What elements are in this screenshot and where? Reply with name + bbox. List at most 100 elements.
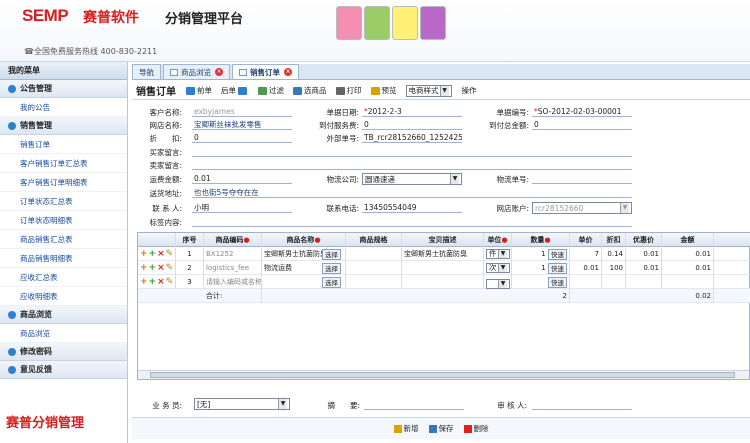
- operate-button[interactable]: 操作: [462, 85, 477, 96]
- tab-sales-order[interactable]: 销售订单 ×: [232, 64, 299, 79]
- insert-row-icon[interactable]: +: [149, 247, 157, 261]
- quick-button[interactable]: 快速: [548, 248, 567, 260]
- save-button[interactable]: 保存: [428, 423, 454, 434]
- goods-code-input[interactable]: 请输入编码或名称搜: [204, 275, 262, 289]
- unit-select[interactable]: 次 ▼: [486, 263, 510, 273]
- logistics-select[interactable]: 圆通速递 ▼: [362, 173, 462, 185]
- external-no-field[interactable]: TB_rcr28152660_1252425187: [362, 132, 462, 143]
- contact-field[interactable]: 小明: [192, 202, 292, 213]
- sidebar-item-sales-order[interactable]: 销售订单: [0, 135, 127, 154]
- amount-cell[interactable]: 0.01: [662, 261, 714, 275]
- goods-name-cell[interactable]: 选择: [262, 275, 346, 289]
- customer-name-field[interactable]: exbyjames: [192, 106, 292, 117]
- goods-name-cell[interactable]: 物流运费 选择: [262, 261, 346, 275]
- goods-code-cell[interactable]: logistics_fee: [204, 261, 262, 275]
- unit-select[interactable]: ▼: [486, 279, 510, 289]
- insert-row-icon[interactable]: +: [149, 261, 157, 275]
- discount-cell[interactable]: 100: [602, 261, 626, 275]
- delete-row-icon[interactable]: ×: [157, 261, 165, 275]
- discount-cell[interactable]: 0.14: [602, 247, 626, 261]
- add-row-icon[interactable]: +: [140, 275, 148, 289]
- desc-cell[interactable]: [402, 275, 484, 289]
- discount-price-cell[interactable]: 0.01: [626, 261, 662, 275]
- discount-price-cell[interactable]: [626, 275, 662, 289]
- style-select[interactable]: 电商样式 ▼: [405, 84, 452, 97]
- sidebar-item-customer-order-detail[interactable]: 客户销售订单明细表: [0, 173, 127, 192]
- quick-button[interactable]: 快速: [548, 262, 567, 274]
- sidebar-item-goods-browse[interactable]: 商品浏览: [0, 324, 127, 343]
- spec-cell[interactable]: [346, 247, 402, 261]
- tab-navigation[interactable]: 导航: [132, 64, 161, 79]
- choose-button[interactable]: 选择: [322, 262, 341, 274]
- price-cell[interactable]: 0.01: [570, 261, 602, 275]
- sidebar-item-order-status-detail[interactable]: 订单状态明细表: [0, 211, 127, 230]
- sidebar-item-goods-sales-detail[interactable]: 商品销售明细表: [0, 249, 127, 268]
- freight-field[interactable]: 0.01: [192, 173, 292, 184]
- edit-row-icon[interactable]: ✎: [166, 247, 174, 261]
- horizontal-scrollbar[interactable]: [138, 370, 749, 379]
- choose-button[interactable]: 选择: [322, 276, 341, 288]
- goods-name-cell[interactable]: 宝卿斯男士抗菌防臭选择: [262, 247, 346, 261]
- prev-button[interactable]: 前单: [186, 85, 212, 96]
- qty-cell[interactable]: 1 快速: [512, 247, 570, 261]
- edit-row-icon[interactable]: ✎: [166, 275, 174, 289]
- unit-cell[interactable]: ▼: [484, 275, 512, 289]
- cod-total-field[interactable]: 0: [532, 119, 632, 130]
- service-fee-field[interactable]: 0: [362, 119, 462, 130]
- discount-cell[interactable]: [602, 275, 626, 289]
- choose-button[interactable]: 选择: [322, 248, 341, 260]
- select-goods-button[interactable]: 选商品: [293, 85, 327, 96]
- qty-cell[interactable]: 快速: [512, 275, 570, 289]
- buyer-message-field[interactable]: [192, 146, 632, 157]
- delete-button[interactable]: 删除: [463, 423, 489, 434]
- sidebar-group-announcements[interactable]: 公告管理: [0, 80, 127, 98]
- delete-row-icon[interactable]: ×: [157, 275, 165, 289]
- seller-message-field[interactable]: [192, 159, 632, 170]
- add-button[interactable]: 新增: [393, 423, 419, 434]
- insert-row-icon[interactable]: +: [149, 275, 157, 289]
- doc-date-field[interactable]: *2012-2-3: [362, 106, 462, 117]
- amount-cell[interactable]: 0.01: [662, 247, 714, 261]
- unit-cell[interactable]: 件 ▼: [484, 247, 512, 261]
- sidebar-group-sales[interactable]: 销售管理: [0, 117, 127, 135]
- preview-button[interactable]: 预览: [370, 85, 397, 96]
- price-cell[interactable]: 7: [570, 247, 602, 261]
- unit-select[interactable]: 件 ▼: [486, 249, 510, 259]
- tab-goods-browse[interactable]: 商品浏览 ×: [163, 64, 230, 79]
- close-icon[interactable]: ×: [284, 68, 292, 76]
- unit-cell[interactable]: 次 ▼: [484, 261, 512, 275]
- sidebar-item-goods-sales-summary[interactable]: 商品销售汇总表: [0, 230, 127, 249]
- amount-cell[interactable]: [662, 275, 714, 289]
- delete-row-icon[interactable]: ×: [157, 247, 165, 261]
- print-button[interactable]: 打印: [335, 85, 362, 96]
- address-field[interactable]: 也也街5号夺夺在在: [192, 187, 632, 198]
- discount-price-cell[interactable]: 0.01: [626, 247, 662, 261]
- phone-field[interactable]: 13450554049: [362, 202, 462, 213]
- sidebar-group-password[interactable]: 修改密码: [0, 343, 127, 361]
- sidebar-item-customer-order-summary[interactable]: 客户销售订单汇总表: [0, 154, 127, 173]
- qty-cell[interactable]: 1 快速: [512, 261, 570, 275]
- summary-field[interactable]: [364, 399, 464, 410]
- edit-row-icon[interactable]: ✎: [166, 261, 174, 275]
- reviewer-field[interactable]: [532, 399, 632, 410]
- sidebar-group-feedback[interactable]: 意见反馈: [0, 361, 127, 379]
- add-row-icon[interactable]: +: [140, 261, 148, 275]
- salesman-select[interactable]: [无] ▼: [194, 398, 290, 410]
- sidebar-item-receivable-summary[interactable]: 应收汇总表: [0, 268, 127, 287]
- tracking-no-field[interactable]: [532, 173, 632, 184]
- desc-cell[interactable]: 宝卿斯男士抗菌防臭: [402, 247, 484, 261]
- doc-no-field[interactable]: *SO-2012-02-03-00001: [532, 106, 632, 117]
- store-name-field[interactable]: 宝卿斯丝袜批发零售: [192, 119, 292, 130]
- discount-field[interactable]: 0: [192, 132, 292, 143]
- store-account-select[interactable]: rcr28152660 ▼: [532, 202, 632, 214]
- quick-button[interactable]: 快速: [548, 276, 567, 288]
- filter-button[interactable]: 过滤: [258, 85, 284, 96]
- sidebar-item-receivable-detail[interactable]: 应收明细表: [0, 287, 127, 306]
- add-row-icon[interactable]: +: [140, 247, 148, 261]
- sidebar-item-my-announcements[interactable]: 我的公告: [0, 98, 127, 117]
- desc-cell[interactable]: [402, 261, 484, 275]
- price-cell[interactable]: [570, 275, 602, 289]
- spec-cell[interactable]: [346, 275, 402, 289]
- sidebar-item-order-status-summary[interactable]: 订单状态汇总表: [0, 192, 127, 211]
- goods-code-cell[interactable]: BX1252: [204, 247, 262, 261]
